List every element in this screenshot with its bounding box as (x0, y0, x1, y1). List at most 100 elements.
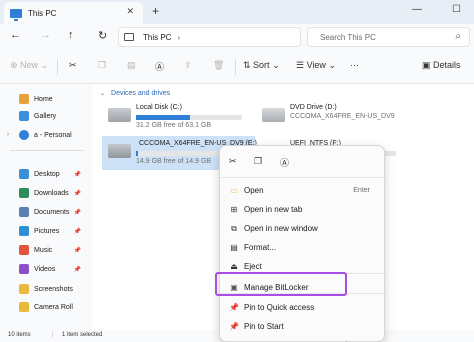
music-icon (19, 245, 29, 255)
dvd-drive-icon (262, 108, 285, 122)
menu-item-label: Format... (244, 243, 277, 252)
view-button[interactable]: ☰ View ⌄ (296, 60, 336, 71)
sidebar-item-camera-roll[interactable]: Camera Roll (0, 299, 92, 315)
address-row: ← → ↑ ↻ This PC › Search This PC ⌕ (0, 24, 474, 50)
pin-icon: 📌 (73, 190, 81, 197)
usb-drive-icon (108, 144, 131, 158)
menu-item-shortcut: Enter (353, 187, 370, 194)
section-devices-and-drives[interactable]: ⌄ Devices and drives (100, 90, 170, 97)
sidebar-item-label: Screenshots (34, 285, 73, 293)
menu-item-open[interactable]: ▭ Open Enter (220, 181, 386, 200)
view-label: View (306, 60, 326, 70)
sidebar-item-onedrive-personal[interactable]: › a - Personal (0, 127, 92, 143)
sidebar-item-screenshots[interactable]: Screenshots (0, 281, 92, 297)
new-tab-icon: ⊞ (230, 205, 238, 214)
menu-item-label: Open in new tab (244, 205, 303, 214)
pin-icon: 📌 (73, 228, 81, 235)
breadcrumb-chevron-icon[interactable]: › (177, 33, 180, 42)
collapse-chevron-icon[interactable]: ⌄ (100, 91, 105, 97)
sidebar-item-label: Downloads (34, 189, 69, 197)
sidebar-item-documents[interactable]: Documents 📌 (0, 204, 92, 220)
context-menu: ✂ ❐ Ⓐ ▭ Open Enter ⊞ Open in new tab ⧉ Open in… (219, 145, 386, 342)
back-button[interactable]: ← (10, 29, 21, 41)
sidebar-item-label: Home (34, 95, 53, 103)
status-divider: | (52, 332, 54, 338)
tab-label: This PC (28, 8, 57, 18)
sidebar-item-pictures[interactable]: Pictures 📌 (0, 223, 92, 239)
delete-icon[interactable]: 🗑 (213, 60, 224, 71)
home-icon (19, 94, 29, 104)
sidebar-item-label: a - Personal (34, 131, 72, 139)
documents-icon (19, 207, 29, 217)
search-input[interactable]: Search This PC ⌕ (307, 27, 470, 47)
details-label: Details (433, 60, 461, 70)
sidebar-divider (10, 150, 84, 151)
sort-button[interactable]: ⇅ Sort ⌄ (243, 60, 280, 71)
new-button[interactable]: ⊕ New ⌄ (10, 60, 48, 71)
folder-icon (19, 284, 29, 294)
details-button[interactable]: ▣ Details (422, 60, 461, 71)
menu-item-properties[interactable]: ⚙PropertiesAlt+Enter (220, 336, 386, 342)
tab-close-icon[interactable]: ✕ (126, 6, 134, 17)
monitor-icon (124, 33, 134, 41)
copy-icon[interactable]: ❐ (98, 60, 106, 71)
selection-count: 1 item selected (62, 332, 103, 338)
drive-volume-label: CCCOMA_X64FRE_EN-US_DV9 (290, 113, 395, 120)
folder-icon (19, 302, 29, 312)
sidebar-item-label: Camera Roll (34, 303, 73, 311)
menu-item-label: Pin to Quick access (244, 303, 315, 312)
eject-icon: ⏏ (230, 262, 238, 271)
pictures-icon (19, 226, 29, 236)
pin-icon: 📌 (73, 171, 81, 178)
sidebar-item-home[interactable]: Home (0, 91, 92, 107)
tab-this-pc[interactable]: This PC ✕ (4, 2, 143, 24)
folder-icon: ▭ (230, 186, 238, 195)
sidebar-item-gallery[interactable]: Gallery (0, 108, 92, 124)
hard-drive-icon (108, 108, 131, 122)
item-count: 10 items (8, 332, 31, 338)
refresh-button[interactable]: ↻ (98, 29, 107, 42)
sidebar-item-desktop[interactable]: Desktop 📌 (0, 166, 92, 182)
minimize-button[interactable]: — (412, 4, 422, 15)
paste-icon[interactable]: ▤ (127, 60, 136, 71)
drive-usage-fill (136, 151, 139, 156)
copy-icon[interactable]: ❐ (254, 156, 262, 167)
command-bar: ⊕ New ⌄ ✂ ❐ ▤ Ⓐ ⇪ 🗑 ⇅ Sort ⌄ ☰ View ⌄ ··… (0, 50, 474, 84)
menu-item-open-in-new-window[interactable]: ⧉ Open in new window (220, 219, 386, 238)
address-bar[interactable]: This PC › (118, 27, 301, 47)
menu-item-label: Open (244, 186, 264, 195)
this-pc-icon (10, 8, 22, 21)
sidebar-item-downloads[interactable]: Downloads 📌 (0, 185, 92, 201)
rename-icon[interactable]: Ⓐ (155, 60, 164, 73)
menu-item-pin-to-start[interactable]: 📌 Pin to Start (220, 317, 386, 336)
gallery-icon (19, 111, 29, 121)
menu-item-pin-to-quick-access[interactable]: 📌 Pin to Quick access (220, 298, 386, 317)
expand-chevron-icon[interactable]: › (7, 132, 9, 138)
more-options-button[interactable]: ··· (350, 60, 359, 70)
sidebar-item-label: Gallery (34, 112, 57, 120)
sidebar-item-music[interactable]: Music 📌 (0, 242, 92, 258)
toolbar-divider (235, 59, 236, 75)
share-icon[interactable]: ⇪ (184, 60, 192, 71)
cloud-icon (19, 130, 29, 140)
sidebar-item-label: Videos (34, 265, 56, 273)
pin-icon: 📌 (73, 266, 81, 273)
drive-usage-fill (136, 115, 191, 120)
maximize-button[interactable]: ☐ (452, 4, 461, 15)
sidebar-item-label: Music (34, 246, 53, 254)
cut-icon[interactable]: ✂ (69, 60, 77, 71)
cut-icon[interactable]: ✂ (229, 156, 237, 167)
sort-label: Sort (253, 60, 270, 70)
sidebar-item-label: Desktop (34, 170, 60, 178)
menu-item-label: Pin to Start (244, 322, 284, 331)
drive-name: Local Disk (C:) (136, 104, 182, 111)
breadcrumb-this-pc[interactable]: This PC (143, 33, 171, 42)
menu-item-format[interactable]: ▤ Format... (220, 238, 386, 257)
forward-button[interactable]: → (40, 29, 51, 41)
up-button[interactable]: ↑ (68, 29, 74, 41)
sidebar-item-videos[interactable]: Videos 📌 (0, 261, 92, 277)
new-tab-button[interactable]: + (152, 4, 159, 18)
menu-item-open-in-new-tab[interactable]: ⊞ Open in new tab (220, 200, 386, 219)
drive-free-space: 14.9 GB free of 14.9 GB (136, 158, 212, 165)
rename-icon[interactable]: Ⓐ (280, 156, 289, 169)
